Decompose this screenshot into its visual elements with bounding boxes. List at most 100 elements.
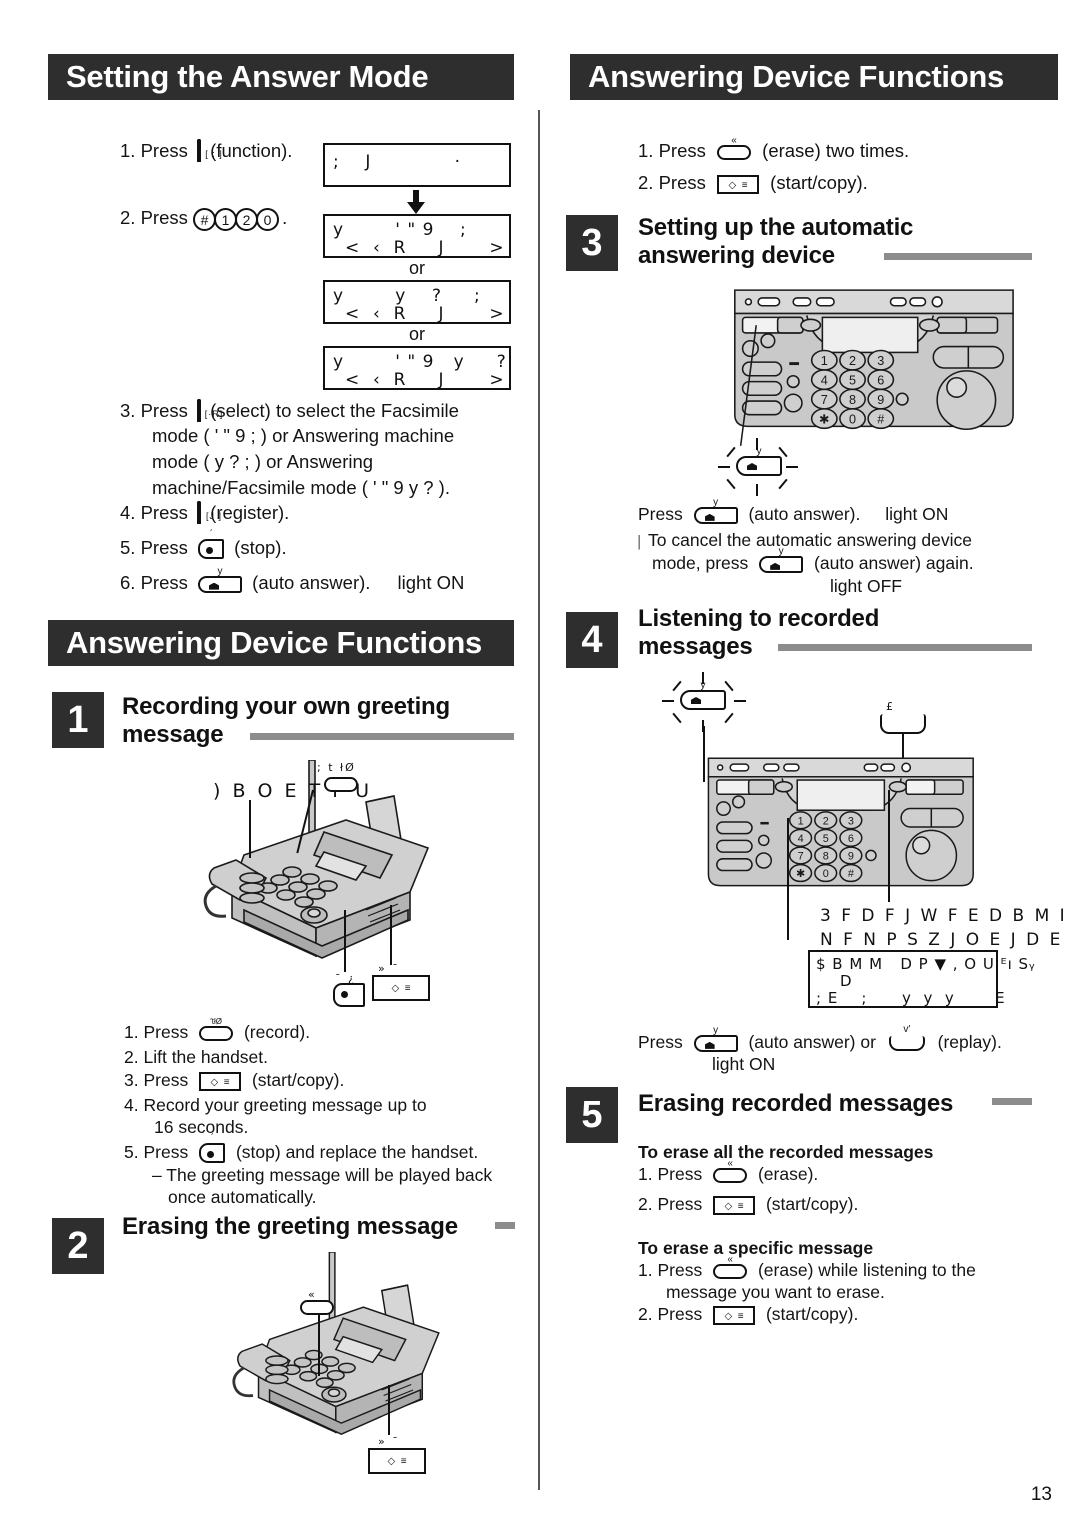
svg-text:#: # — [877, 412, 884, 426]
record-key-callout-label: ; t łØ — [317, 761, 356, 774]
start-key2-callout-label: » ¯ — [378, 1435, 400, 1448]
page-number: 13 — [1030, 1484, 1052, 1505]
section-1-title: Recording your own greeting message — [122, 693, 522, 749]
svg-text:6: 6 — [877, 374, 884, 388]
step-number: 6. — [120, 572, 136, 593]
step-verb: Press — [140, 572, 188, 593]
section-3-title-line2: answering device — [638, 242, 835, 269]
digit-key-2: 2 — [235, 207, 259, 231]
section-4-title-line2: messages — [638, 633, 753, 660]
replay-key-icon: ᴠ′ — [888, 1024, 925, 1051]
section-4-title: Listening to recorded messages — [638, 605, 1038, 661]
r-step-1-row: 1. Press « (erase) two times. — [638, 135, 909, 164]
start-copy-key-icon-ill: ◇ ≡ — [372, 975, 430, 1001]
s1-step-1-row: 1. Press ′tłØ (record). — [124, 1017, 311, 1044]
s1-step-5-row: 5. Press ˊ (stop) and replace the handse… — [124, 1134, 479, 1164]
digit-key-hash: # — [193, 207, 217, 231]
section-number-3: 3 — [566, 215, 618, 271]
svg-text:5: 5 — [849, 374, 856, 388]
step-text: Lift the handset. — [143, 1047, 269, 1067]
start-key-callout-label: » ¯ — [378, 962, 400, 975]
svg-text:1: 1 — [821, 354, 828, 368]
step-number: 3. — [124, 1070, 139, 1090]
step-label: (auto answer). — [252, 572, 371, 593]
svg-text:0: 0 — [823, 868, 829, 880]
section-4-rule — [778, 644, 1032, 651]
section-1-title-line1: Recording your own greeting — [122, 693, 450, 720]
lcd-line-1: y ' " 9 ; — [333, 220, 467, 240]
step-number: 2. — [638, 1194, 653, 1214]
step-number: 4. — [124, 1095, 139, 1115]
svg-text:✱: ✱ — [819, 412, 830, 426]
handset-callout-line — [249, 800, 251, 858]
step-verb: Press — [140, 207, 188, 228]
svg-text:#: # — [848, 868, 854, 880]
step-label: (auto answer) again. — [814, 553, 974, 573]
step-label: (start/copy). — [765, 1304, 859, 1324]
s1-dash-line-2: once automatically. — [168, 1187, 317, 1207]
step-6-row: 6. Press y (auto answer). light ON — [120, 566, 464, 596]
step-verb: Press — [140, 537, 188, 558]
digit-key-1: 1 — [214, 207, 238, 231]
step-number: 1. — [638, 1260, 653, 1280]
step-4-row: 4. Press [J ] (register). — [120, 500, 289, 527]
auto-answer-key-icon: y — [198, 566, 243, 593]
step-number: 2. — [124, 1047, 139, 1067]
section-header-answering-device-functions-left: Answering Device Functions — [48, 620, 514, 666]
section-number-4: 4 — [566, 612, 618, 668]
display-callout-line — [787, 818, 789, 940]
erase-key-icon: « — [713, 1158, 748, 1183]
step-label: (record). — [243, 1022, 311, 1042]
erase-key-icon: « — [717, 135, 752, 160]
s1-step-4-cont: 16 seconds. — [154, 1117, 249, 1137]
step-3-row: 3. Press [·R] (select) to select the Fac… — [120, 398, 520, 425]
section-number-1: 1 — [52, 692, 104, 748]
column-divider — [538, 110, 540, 1490]
start-copy-key-icon: ◇ ≡ — [713, 1195, 756, 1215]
lcd-display-1: ; J · — [323, 143, 511, 187]
step-label: (replay). — [937, 1032, 1002, 1052]
step-verb: Press — [657, 1304, 703, 1324]
svg-text:3: 3 — [848, 815, 854, 827]
s5-subheading-1: To erase all the recorded messages — [638, 1142, 934, 1162]
r-step-2-row: 2. Press ◇ ≡ (start/copy). — [638, 170, 868, 196]
step-verb: Press — [140, 140, 188, 161]
lcd-line-1: y y ? ; — [333, 286, 481, 306]
section-2-rule — [495, 1222, 515, 1229]
function-key-icon: [ ; ] — [197, 139, 222, 165]
s5-b-step-1-row: 1. Press « (erase) while listening to th… — [638, 1254, 976, 1282]
svg-text:8: 8 — [823, 851, 829, 863]
step-verb: Press — [143, 1142, 189, 1162]
section-5-title: Erasing recorded messages — [638, 1090, 954, 1117]
step-verb: Press — [143, 1022, 189, 1042]
step-number: 1. — [638, 1164, 653, 1184]
svg-text:2: 2 — [823, 815, 829, 827]
svg-text:7: 7 — [798, 851, 804, 863]
lcd-display-3: y y ? ; < ‹ R J > — [323, 280, 511, 324]
step-label: (stop) and replace the handset. — [235, 1142, 479, 1162]
svg-text:0: 0 — [849, 412, 856, 426]
section-2-title: Erasing the greeting message — [122, 1213, 458, 1240]
svg-text:2: 2 — [849, 354, 856, 368]
start2-callout-line — [388, 1385, 390, 1435]
section-number-5: 5 — [566, 1087, 618, 1143]
auto-answer-key-blink-2: y — [660, 672, 750, 732]
section-3-title-line1: Setting up the automatic — [638, 214, 914, 241]
section-header-answering-device-functions-right: Answering Device Functions — [570, 54, 1058, 100]
step-number: 1. — [638, 140, 654, 161]
lcd-message-line-1: 3 F D F J W F E D B M I — [820, 906, 1068, 926]
step-number: 2. — [638, 1304, 653, 1324]
or-label-2: or — [408, 324, 425, 344]
step-verb: Press — [638, 1032, 683, 1052]
auto-answer-key-icon: y — [693, 497, 738, 524]
lcd-line-1: $ B M M D P ▼ , O U ᴱı Sᵧ ▃▅▇ — [816, 955, 1036, 973]
svg-text:4: 4 — [798, 833, 804, 845]
auto-answer-key-icon: y — [680, 681, 726, 710]
step-3-line-3: mode ( y ? ; ) or Answering — [152, 451, 374, 472]
step-number: 1. — [120, 140, 136, 161]
svg-text:8: 8 — [849, 393, 856, 407]
start-callout-line — [390, 905, 392, 965]
lcd-line-2: D — [840, 972, 853, 990]
step-label: (erase) while listening to the — [757, 1260, 976, 1280]
auto-answer-key-blink-1: y — [714, 438, 804, 496]
